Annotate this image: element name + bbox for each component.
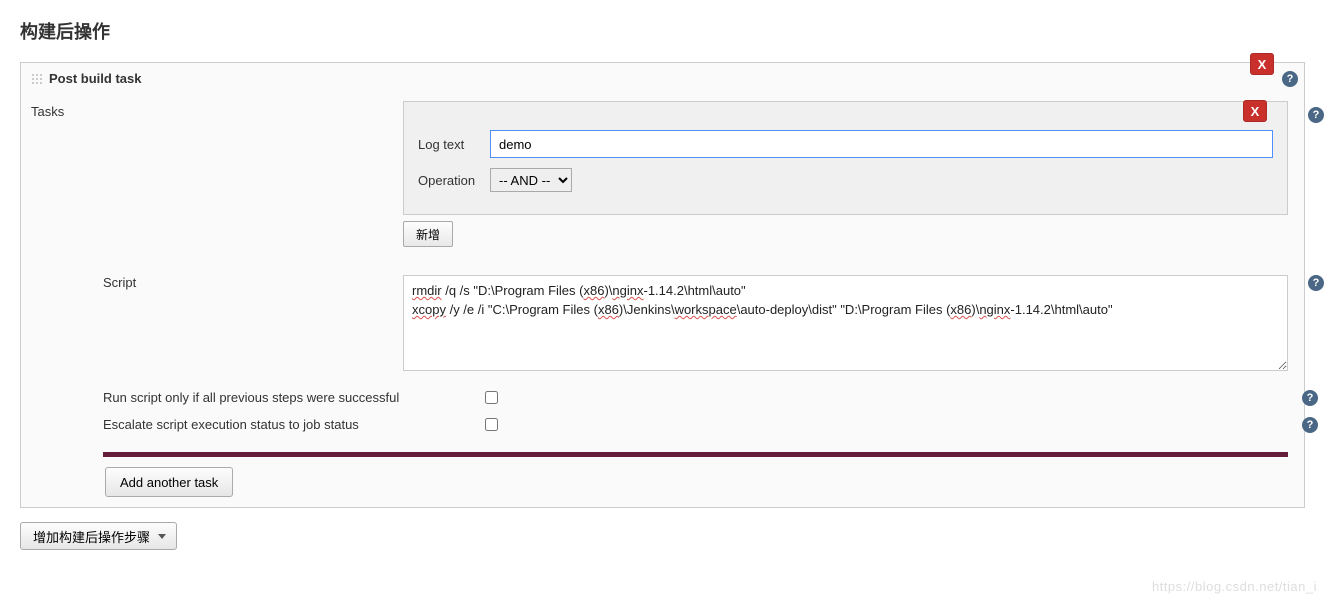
script-textarea[interactable] [403, 275, 1288, 371]
help-icon[interactable]: ? [1308, 275, 1324, 291]
script-row: Script ? rmdir /q /s "D:\Program Files (… [103, 275, 1288, 374]
section-close-button[interactable]: X [1250, 53, 1274, 75]
help-icon[interactable]: ? [1302, 390, 1318, 406]
log-text-label: Log text [418, 137, 490, 152]
help-icon[interactable]: ? [1302, 417, 1318, 433]
escalate-row: Escalate script execution status to job … [103, 411, 1288, 438]
post-build-task-section: X ? Post build task Tasks ? X Log text [20, 62, 1305, 508]
operation-row: Operation -- AND -- [418, 168, 1273, 192]
add-new-button[interactable]: 新增 [403, 221, 453, 247]
drag-handle-icon[interactable] [31, 73, 43, 85]
help-icon[interactable]: ? [1308, 107, 1324, 123]
task-box: X Log text Operation -- AND -- [403, 101, 1288, 215]
log-text-input[interactable] [490, 130, 1273, 158]
run-only-checkbox[interactable] [485, 391, 498, 404]
log-text-row: Log text [418, 130, 1273, 158]
run-only-label: Run script only if all previous steps we… [103, 390, 465, 405]
section-header: Post build task [21, 63, 1304, 94]
section-title: Post build task [49, 71, 141, 86]
task-close-button[interactable]: X [1243, 100, 1267, 122]
escalate-checkbox[interactable] [485, 418, 498, 431]
task-divider [103, 452, 1288, 457]
tasks-label: Tasks [31, 98, 111, 119]
add-another-task-button[interactable]: Add another task [105, 467, 233, 497]
watermark: https://blog.csdn.net/tian_i [1152, 579, 1317, 594]
run-only-row: Run script only if all previous steps we… [103, 384, 1288, 411]
add-post-build-step-label: 增加构建后操作步骤 [33, 527, 150, 546]
script-textarea-wrap: rmdir /q /s "D:\Program Files (x86)\ngin… [403, 275, 1288, 374]
page-title: 构建后操作 [20, 18, 1305, 44]
add-post-build-step-button[interactable]: 增加构建后操作步骤 [20, 522, 177, 550]
escalate-label: Escalate script execution status to job … [103, 417, 465, 432]
operation-label: Operation [418, 173, 490, 188]
chevron-down-icon [158, 534, 166, 539]
operation-select[interactable]: -- AND -- [490, 168, 572, 192]
script-label: Script [103, 275, 136, 290]
